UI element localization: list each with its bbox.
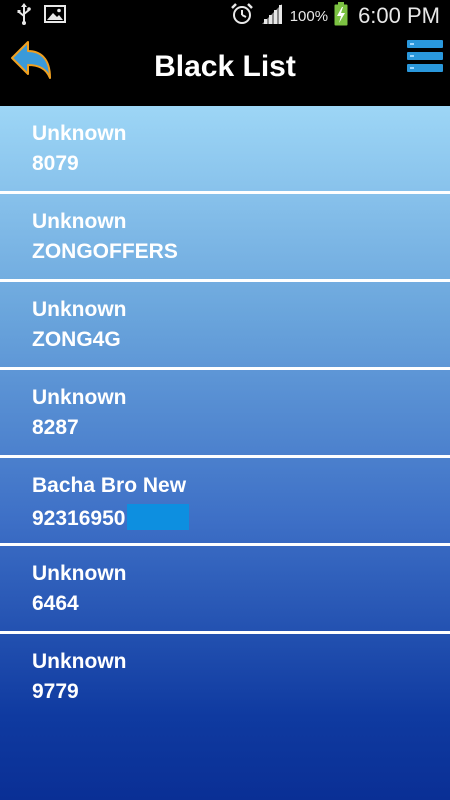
contact-name: Unknown (32, 122, 127, 145)
blacklist: Unknown 8079 Unknown ZONGOFFERS Unknown … (0, 106, 450, 800)
blacklist-item[interactable]: Unknown 8287 (0, 370, 450, 455)
page-title: Black List (154, 50, 296, 83)
contact-number: ZONGOFFERS (32, 240, 178, 263)
blacklist-item[interactable]: Unknown 8079 (0, 106, 450, 191)
contact-name: Unknown (32, 562, 127, 585)
contact-number: 6464 (32, 592, 79, 615)
contact-number: ZONG4G (32, 328, 121, 351)
app-header: Black List (0, 32, 450, 106)
contact-name: Bacha Bro New (32, 474, 187, 497)
blacklist-item[interactable]: Unknown 9779 (0, 634, 450, 719)
usb-icon (16, 2, 32, 30)
image-icon (44, 4, 66, 28)
contact-number: 92316950 (32, 507, 126, 530)
blacklist-item[interactable]: Bacha Bro New 92316950 (0, 458, 450, 543)
contact-name: Unknown (32, 650, 127, 673)
blacklist-item[interactable]: Unknown 6464 (0, 546, 450, 631)
system-icons: 100% 6:00 PM (230, 0, 440, 32)
redaction-mark (127, 504, 190, 530)
status-bar: 100% 6:00 PM (0, 0, 450, 32)
blacklist-item[interactable]: Unknown ZONG4G (0, 282, 450, 367)
contact-name: Unknown (32, 210, 127, 233)
contact-name: Unknown (32, 298, 127, 321)
signal-strength-icon (260, 3, 284, 30)
battery-percentage: 100% (289, 7, 329, 25)
contact-name: Unknown (32, 386, 127, 409)
contact-number-row: 92316950 (32, 504, 190, 531)
contact-number: 8079 (32, 152, 79, 175)
list-menu-icon (406, 40, 444, 78)
list-menu-button[interactable] (406, 38, 444, 74)
battery-charging-icon (334, 1, 348, 31)
blacklist-item[interactable]: Unknown ZONGOFFERS (0, 194, 450, 279)
clock: 6:00 PM (358, 3, 440, 28)
contact-number: 8287 (32, 416, 79, 439)
notification-icons (16, 2, 66, 30)
alarm-clock-icon (230, 2, 254, 31)
contact-number: 9779 (32, 680, 79, 703)
